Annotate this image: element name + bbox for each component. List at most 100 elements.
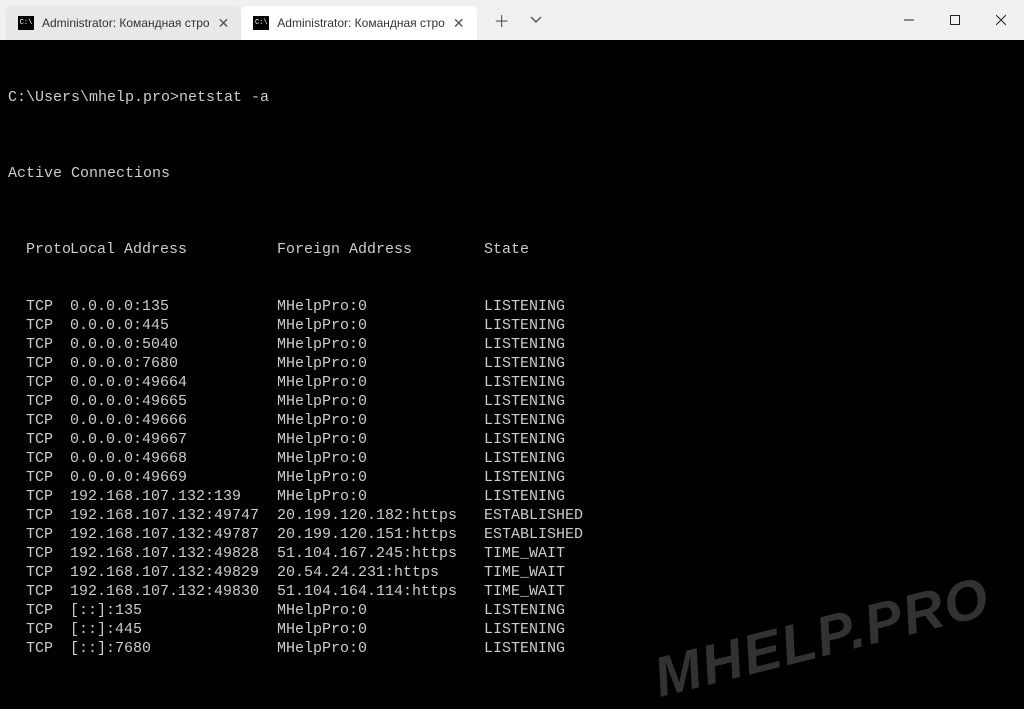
cell-proto: TCP	[8, 639, 70, 658]
cell-state: LISTENING	[484, 601, 1016, 620]
cell-proto: TCP	[8, 487, 70, 506]
connection-row: TCP0.0.0.0:445MHelpPro:0LISTENING	[8, 316, 1016, 335]
header-foreign: Foreign Address	[277, 240, 484, 259]
connection-row: TCP192.168.107.132:4983051.104.164.114:h…	[8, 582, 1016, 601]
prompt-path: C:\Users\mhelp.pro>	[8, 89, 179, 106]
cell-local: 192.168.107.132:49787	[70, 525, 277, 544]
cell-local: 0.0.0.0:49664	[70, 373, 277, 392]
cell-local: 0.0.0.0:7680	[70, 354, 277, 373]
connection-row: TCP0.0.0.0:5040MHelpPro:0LISTENING	[8, 335, 1016, 354]
tab-1[interactable]: C:\ Administrator: Командная стро ✕	[241, 6, 476, 40]
cell-proto: TCP	[8, 468, 70, 487]
cell-foreign: MHelpPro:0	[277, 430, 484, 449]
cell-foreign: MHelpPro:0	[277, 316, 484, 335]
cell-state: LISTENING	[484, 297, 1016, 316]
cell-foreign: MHelpPro:0	[277, 411, 484, 430]
cell-state: TIME_WAIT	[484, 563, 1016, 582]
terminal-output[interactable]: C:\Users\mhelp.pro>netstat -a Active Con…	[0, 40, 1024, 706]
tab-strip: C:\Administrator: Командная стро✕C:\Admi…	[0, 0, 477, 40]
cell-foreign: 20.54.24.231:https	[277, 563, 484, 582]
new-tab-button[interactable]: ＋	[487, 5, 517, 35]
cell-foreign: MHelpPro:0	[277, 392, 484, 411]
cell-foreign: 20.199.120.182:https	[277, 506, 484, 525]
cell-local: 0.0.0.0:49666	[70, 411, 277, 430]
prompt-line: C:\Users\mhelp.pro>netstat -a	[8, 88, 1016, 107]
cell-local: 0.0.0.0:49668	[70, 449, 277, 468]
cell-proto: TCP	[8, 297, 70, 316]
close-window-button[interactable]	[978, 0, 1024, 40]
cell-proto: TCP	[8, 373, 70, 392]
connection-row: TCP0.0.0.0:49667MHelpPro:0LISTENING	[8, 430, 1016, 449]
cell-proto: TCP	[8, 620, 70, 639]
connection-row: TCP192.168.107.132:4978720.199.120.151:h…	[8, 525, 1016, 544]
close-icon[interactable]: ✕	[218, 16, 230, 30]
cell-local: 0.0.0.0:49667	[70, 430, 277, 449]
cell-foreign: MHelpPro:0	[277, 487, 484, 506]
cell-state: LISTENING	[484, 620, 1016, 639]
cell-proto: TCP	[8, 563, 70, 582]
window-controls	[886, 0, 1024, 40]
cell-state: LISTENING	[484, 411, 1016, 430]
cell-foreign: MHelpPro:0	[277, 335, 484, 354]
cell-proto: TCP	[8, 335, 70, 354]
cell-foreign: MHelpPro:0	[277, 620, 484, 639]
prompt-command: netstat -a	[179, 89, 269, 106]
cell-proto: TCP	[8, 449, 70, 468]
cell-state: LISTENING	[484, 430, 1016, 449]
cell-local: 0.0.0.0:49669	[70, 468, 277, 487]
connection-row: TCP[::]:445MHelpPro:0LISTENING	[8, 620, 1016, 639]
cell-proto: TCP	[8, 316, 70, 335]
connection-row: TCP192.168.107.132:4974720.199.120.182:h…	[8, 506, 1016, 525]
cell-state: TIME_WAIT	[484, 544, 1016, 563]
cell-foreign: MHelpPro:0	[277, 449, 484, 468]
cell-foreign: MHelpPro:0	[277, 601, 484, 620]
column-headers: Proto Local Address Foreign Address Stat…	[8, 240, 1016, 259]
tab-actions: ＋	[477, 0, 551, 40]
cell-foreign: 51.104.167.245:https	[277, 544, 484, 563]
cell-state: LISTENING	[484, 373, 1016, 392]
cell-local: [::]:135	[70, 601, 277, 620]
cell-foreign: 51.104.164.114:https	[277, 582, 484, 601]
cell-foreign: MHelpPro:0	[277, 297, 484, 316]
tab-0[interactable]: C:\Administrator: Командная стро✕	[6, 6, 241, 40]
cell-state: ESTABLISHED	[484, 525, 1016, 544]
connection-row: TCP192.168.107.132:4982851.104.167.245:h…	[8, 544, 1016, 563]
cell-local: 192.168.107.132:49828	[70, 544, 277, 563]
cell-state: LISTENING	[484, 639, 1016, 658]
tab-label: Administrator: Командная стро	[277, 16, 445, 30]
cell-proto: TCP	[8, 430, 70, 449]
terminal-icon: C:\	[253, 16, 269, 30]
cell-state: LISTENING	[484, 316, 1016, 335]
cell-state: LISTENING	[484, 449, 1016, 468]
title-bar: C:\Administrator: Командная стро✕C:\Admi…	[0, 0, 1024, 40]
connection-row: TCP192.168.107.132:4982920.54.24.231:htt…	[8, 563, 1016, 582]
minimize-button[interactable]	[886, 0, 932, 40]
cell-proto: TCP	[8, 582, 70, 601]
cell-local: 192.168.107.132:49830	[70, 582, 277, 601]
cell-state: LISTENING	[484, 487, 1016, 506]
cell-local: 0.0.0.0:5040	[70, 335, 277, 354]
header-proto: Proto	[8, 240, 70, 259]
close-icon[interactable]: ✕	[453, 16, 465, 30]
cell-local: [::]:445	[70, 620, 277, 639]
cell-proto: TCP	[8, 354, 70, 373]
cell-state: ESTABLISHED	[484, 506, 1016, 525]
connection-row: TCP0.0.0.0:49668MHelpPro:0LISTENING	[8, 449, 1016, 468]
tab-dropdown-button[interactable]	[521, 5, 551, 35]
cell-state: TIME_WAIT	[484, 582, 1016, 601]
connection-row: TCP192.168.107.132:139MHelpPro:0LISTENIN…	[8, 487, 1016, 506]
connection-row: TCP[::]:7680MHelpPro:0LISTENING	[8, 639, 1016, 658]
cell-state: LISTENING	[484, 468, 1016, 487]
cell-proto: TCP	[8, 601, 70, 620]
connection-row: TCP0.0.0.0:135MHelpPro:0LISTENING	[8, 297, 1016, 316]
maximize-button[interactable]	[932, 0, 978, 40]
cell-state: LISTENING	[484, 392, 1016, 411]
connection-row: TCP0.0.0.0:49665MHelpPro:0LISTENING	[8, 392, 1016, 411]
cell-foreign: MHelpPro:0	[277, 373, 484, 392]
cell-proto: TCP	[8, 544, 70, 563]
header-local: Local Address	[70, 240, 277, 259]
connection-row: TCP0.0.0.0:49669MHelpPro:0LISTENING	[8, 468, 1016, 487]
cell-local: [::]:7680	[70, 639, 277, 658]
cell-proto: TCP	[8, 411, 70, 430]
cell-foreign: MHelpPro:0	[277, 639, 484, 658]
